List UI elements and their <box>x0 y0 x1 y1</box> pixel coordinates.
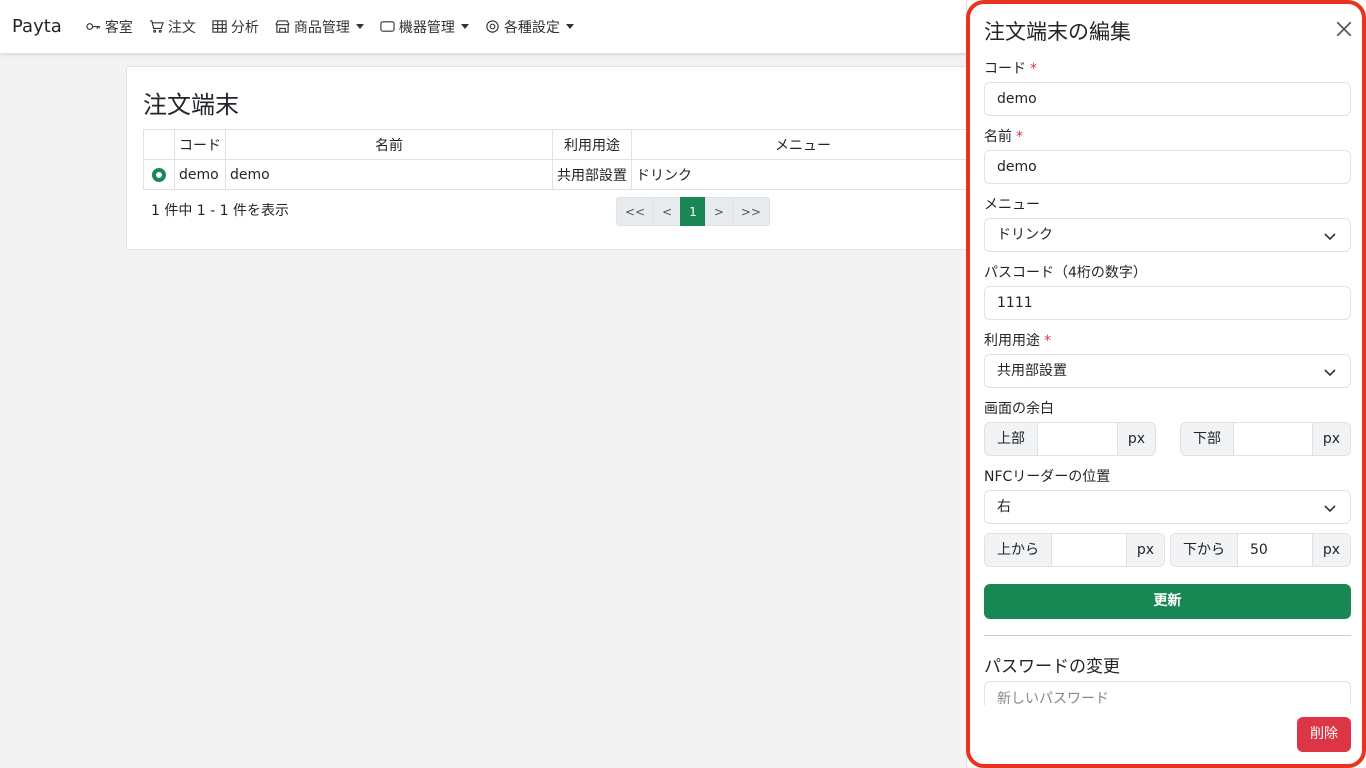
nav-item-label: 分析 <box>230 19 259 36</box>
chevron-down-icon <box>1324 505 1336 513</box>
margin-bottom-unit: px <box>1311 423 1350 455</box>
delete-button[interactable]: 削除 <box>1297 717 1351 752</box>
chevron-down-icon <box>1324 233 1336 241</box>
code-label-text: コード <box>984 61 1026 77</box>
nfc-select-value: 右 <box>997 499 1011 515</box>
terminal-list-card: 注文端末 コード 名前 利用用途 メニュー demo demo 共用部設置 ドリ… <box>126 66 976 250</box>
code-input[interactable]: demo <box>984 82 1351 116</box>
table-icon <box>212 20 227 33</box>
result-summary: 1 件中 1 - 1 件を表示 <box>151 203 290 219</box>
table-header-select <box>143 129 175 160</box>
edit-terminal-panel: 注文端末の編集 コード * demo 名前 * demo メニュー ドリンク パスコ… <box>966 0 1366 768</box>
new-password-input[interactable]: 新しいパスワード <box>984 681 1351 705</box>
margin-bottom-input[interactable] <box>1234 423 1312 455</box>
row-name: demo <box>224 159 553 190</box>
nav-item-label: 商品管理 <box>293 19 350 36</box>
close-icon[interactable] <box>1335 20 1353 38</box>
nav-item-label: 注文 <box>167 19 196 36</box>
from-bottom-unit: px <box>1311 534 1350 566</box>
menu-select[interactable]: ドリンク <box>984 218 1351 252</box>
chevron-down-icon <box>355 24 364 29</box>
divider <box>984 635 1351 636</box>
nav-item-settings[interactable]: 各種設定 <box>485 17 574 37</box>
nav-item-analytics[interactable]: 分析 <box>212 17 259 37</box>
from-top-input[interactable] <box>1052 534 1126 566</box>
from-bottom-group: 下から 50 px <box>1170 533 1351 567</box>
table-header-name[interactable]: 名前 <box>224 129 553 160</box>
row-radio[interactable] <box>151 167 166 182</box>
table-header-code[interactable]: コード <box>173 129 226 160</box>
nav-item-label: 各種設定 <box>503 19 560 36</box>
usage-select[interactable]: 共用部設置 <box>984 354 1351 388</box>
row-usage: 共用部設置 <box>551 159 632 190</box>
nfc-label: NFCリーダーの位置 <box>984 469 1111 485</box>
password-section-title: パスワードの変更 <box>984 657 1120 677</box>
terminal-table: コード 名前 利用用途 メニュー demo demo 共用部設置 ドリンク <box>143 129 976 190</box>
pager-first[interactable]: << <box>616 197 655 226</box>
row-select-cell[interactable] <box>143 159 175 190</box>
required-mark: * <box>1044 333 1051 349</box>
nav-item-label: 機器管理 <box>398 19 455 36</box>
nav-item-orders[interactable]: 注文 <box>149 17 196 37</box>
row-code: demo <box>173 159 226 190</box>
nfc-position-select[interactable]: 右 <box>984 490 1351 524</box>
passcode-input[interactable]: 1111 <box>984 286 1351 320</box>
margin-bottom-group: 下部 px <box>1180 422 1351 456</box>
from-top-group: 上から px <box>984 533 1165 567</box>
margin-top-unit: px <box>1116 423 1155 455</box>
row-menu: ドリンク <box>630 159 976 190</box>
chevron-down-icon <box>1324 369 1336 377</box>
nav-item-rooms[interactable]: 客室 <box>86 17 133 37</box>
gear-icon <box>486 20 499 33</box>
from-bottom-input[interactable]: 50 <box>1238 534 1312 566</box>
name-label: 名前 * <box>984 126 1023 146</box>
pager-prev[interactable]: < <box>653 197 682 226</box>
shop-icon <box>275 20 290 33</box>
pager-page-1[interactable]: 1 <box>680 197 706 226</box>
usage-select-value: 共用部設置 <box>997 363 1067 379</box>
passcode-label: パスコード（4桁の数字） <box>984 265 1147 281</box>
tablet-icon <box>380 21 395 32</box>
menu-label: メニュー <box>984 197 1040 213</box>
panel-title: 注文端末の編集 <box>984 20 1131 44</box>
update-button[interactable]: 更新 <box>984 584 1351 619</box>
menu-select-value: ドリンク <box>997 227 1053 243</box>
brand-logo[interactable]: Payta <box>12 16 62 37</box>
usage-label: 利用用途 * <box>984 330 1051 350</box>
from-top-unit: px <box>1125 534 1164 566</box>
chevron-down-icon <box>565 24 574 29</box>
table-header-row: コード 名前 利用用途 メニュー <box>143 129 976 160</box>
code-label: コード * <box>984 58 1037 78</box>
margin-label: 画面の余白 <box>984 401 1054 417</box>
cart-icon <box>149 20 164 33</box>
required-mark: * <box>1016 129 1023 145</box>
margin-top-addon: 上部 <box>985 423 1038 455</box>
table-header-menu[interactable]: メニュー <box>630 129 976 160</box>
from-bottom-addon: 下から <box>1171 534 1238 566</box>
chevron-down-icon <box>460 24 469 29</box>
nav-item-devices[interactable]: 機器管理 <box>380 17 469 37</box>
table-row[interactable]: demo demo 共用部設置 ドリンク <box>143 159 976 190</box>
margin-top-input[interactable] <box>1038 423 1117 455</box>
pager-next[interactable]: > <box>704 197 733 226</box>
required-mark: * <box>1030 61 1037 77</box>
nav-item-label: 客室 <box>104 19 133 36</box>
margin-bottom-addon: 下部 <box>1181 423 1234 455</box>
name-label-text: 名前 <box>984 129 1012 145</box>
pagination: << < 1 > >> <box>616 197 770 226</box>
name-input[interactable]: demo <box>984 150 1351 184</box>
nav-item-products[interactable]: 商品管理 <box>275 17 364 37</box>
table-header-usage[interactable]: 利用用途 <box>551 129 632 160</box>
key-icon <box>86 23 100 30</box>
usage-label-text: 利用用途 <box>984 333 1040 349</box>
page-title: 注文端末 <box>143 91 239 119</box>
pager-last[interactable]: >> <box>731 197 770 226</box>
margin-top-group: 上部 px <box>984 422 1156 456</box>
from-top-addon: 上から <box>985 534 1052 566</box>
